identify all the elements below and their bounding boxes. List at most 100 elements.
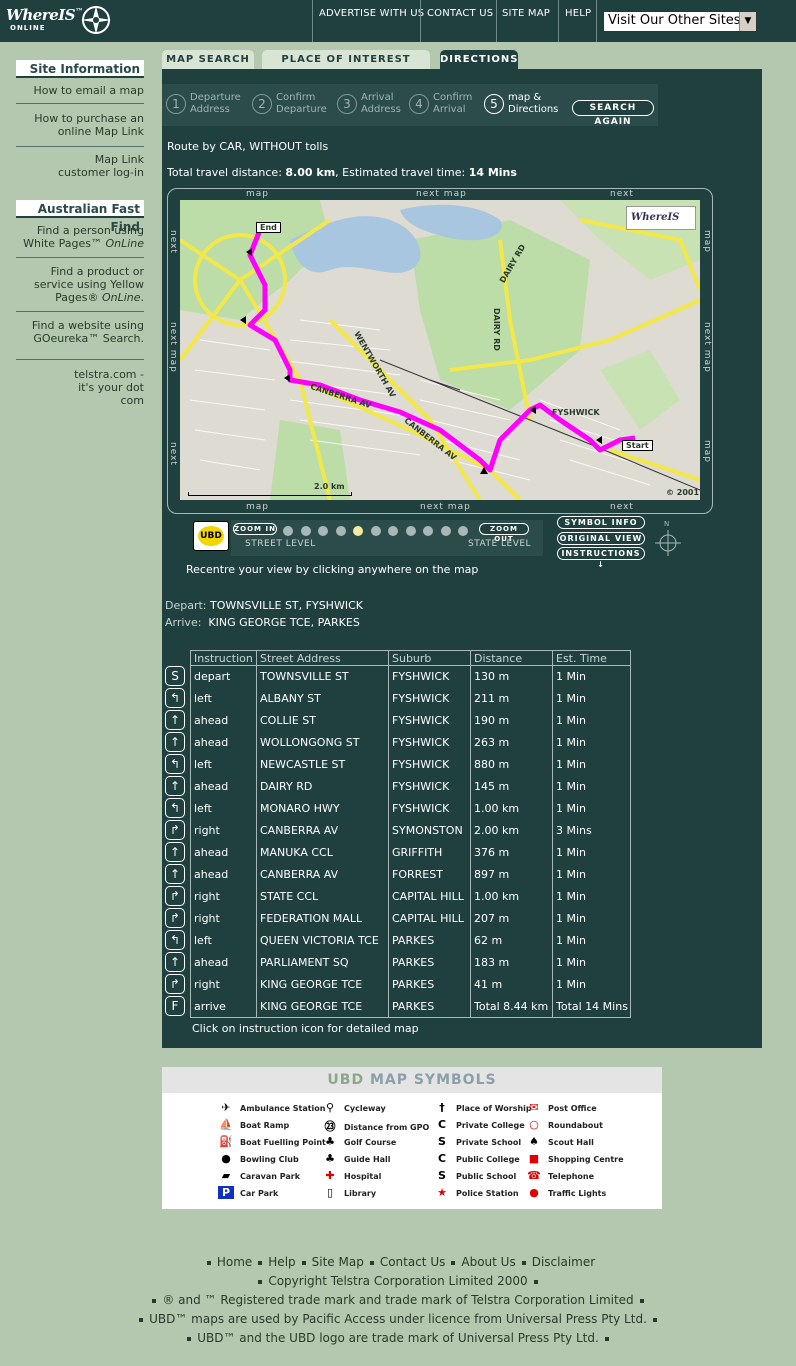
legend-symbol-icon: S [438, 1169, 446, 1182]
cell-street: STATE CCL [256, 885, 389, 908]
zoom-level-dot[interactable] [370, 526, 381, 536]
cell-time: 1 Min [552, 797, 631, 820]
cell-instr: ahead [190, 841, 257, 864]
map-nav-east-top[interactable]: map [702, 230, 712, 253]
footer-link-help[interactable]: Help [268, 1255, 295, 1269]
instruction-right-icon[interactable]: ↱ [165, 974, 185, 994]
zoom-level-dot[interactable] [440, 526, 451, 536]
logo-subtext: ONLINE [10, 24, 46, 32]
footer-link-about-us[interactable]: About Us [461, 1255, 515, 1269]
instruction-left-icon[interactable]: ↰ [165, 798, 185, 818]
cell-street: NEWCASTLE ST [256, 753, 389, 776]
cell-suburb: PARKES [388, 951, 471, 974]
cell-instr: ahead [190, 731, 257, 754]
footer-link-home[interactable]: Home [217, 1255, 252, 1269]
legend-symbol-icon: ■ [528, 1152, 540, 1165]
instruction-ahead-icon[interactable]: ↑ [165, 842, 185, 862]
original-view-button[interactable]: ORIGINAL VIEW [557, 532, 645, 545]
nav-site-map[interactable]: SITE MAP [502, 8, 550, 19]
zoom-in-button[interactable]: ZOOM IN [233, 523, 277, 535]
map-nav-west-top[interactable]: next [168, 230, 178, 254]
zoom-level-dot[interactable] [300, 526, 311, 536]
cell-time: 1 Min [552, 709, 631, 732]
sidebar-link-customer-login[interactable]: Map Link customer log-in [16, 153, 144, 179]
sidebar-link-email-map[interactable]: How to email a map [16, 84, 144, 97]
chevron-down-icon[interactable]: ▼ [739, 12, 756, 31]
instruction-right-icon[interactable]: ↱ [165, 886, 185, 906]
map-nav-east-bottom[interactable]: map [702, 440, 712, 463]
symbol-info-button[interactable]: SYMBOL INFO [557, 516, 645, 529]
footer-link-disclaimer[interactable]: Disclaimer [532, 1255, 595, 1269]
symbol-legend-item: ㉓ Distance from GPO [322, 1118, 430, 1134]
tab-map-search[interactable]: MAP SEARCH [162, 50, 254, 70]
map-nav-west[interactable]: next map [168, 322, 178, 373]
map-scale-label: 2.0 km [314, 482, 345, 491]
instruction-left-icon[interactable]: ↰ [165, 930, 185, 950]
symbol-legend-item: ✈ Ambulance Station [218, 1101, 325, 1114]
zoom-level-dot[interactable] [405, 526, 416, 536]
cell-instr: left [190, 687, 257, 710]
instruction-F-icon[interactable]: F [165, 996, 185, 1016]
sidebar-link-yellow-pages[interactable]: Find a product or service using Yellow P… [16, 265, 144, 304]
step-label: map & Directions [508, 92, 559, 115]
instruction-left-icon[interactable]: ↰ [165, 688, 185, 708]
col-suburb: Suburb [388, 650, 471, 666]
instruction-ahead-icon[interactable]: ↑ [165, 864, 185, 884]
zoom-level-dot[interactable] [335, 526, 346, 536]
symbol-legend-item: ● Bowling Club [218, 1152, 299, 1165]
instruction-ahead-icon[interactable]: ↑ [165, 710, 185, 730]
tab-place-of-interest-search[interactable]: PLACE OF INTEREST SEARCH [262, 50, 430, 85]
instruction-right-icon[interactable]: ↱ [165, 908, 185, 928]
nav-advertise[interactable]: ADVERTISE WITH US [319, 8, 424, 19]
other-sites-select[interactable]: Visit Our Other Sites ▼ [603, 11, 757, 32]
table-row: right CANBERRA AV SYMONSTON 2.00 km 3 Mins [190, 819, 631, 842]
table-row: right STATE CCL CAPITAL HILL 1.00 km 1 Min [190, 885, 631, 908]
nav-help[interactable]: HELP [565, 8, 591, 19]
zoom-level-dot[interactable] [458, 526, 468, 536]
cell-street: FEDERATION MALL [256, 907, 389, 930]
map-nav-south-east[interactable]: next [610, 502, 634, 512]
cell-suburb: CAPITAL HILL [388, 885, 471, 908]
zoom-level-dot[interactable] [388, 526, 398, 536]
zoom-out-button[interactable]: ZOOM OUT [479, 523, 529, 543]
cell-street: MANUKA CCL [256, 841, 389, 864]
instruction-ahead-icon[interactable]: ↑ [165, 732, 185, 752]
search-again-button[interactable]: SEARCH AGAIN [572, 100, 654, 127]
sidebar-link-telstra[interactable]: telstra.com - it's your dot com [16, 368, 144, 407]
cell-suburb: SYMONSTON [388, 819, 471, 842]
instruction-S-icon[interactable]: S [165, 666, 185, 686]
table-row: left QUEEN VICTORIA TCE PARKES 62 m1 Min [190, 929, 631, 952]
instruction-right-icon[interactable]: ↱ [165, 820, 185, 840]
footer-link-site-map[interactable]: Site Map [312, 1255, 364, 1269]
instruction-ahead-icon[interactable]: ↑ [165, 776, 185, 796]
nav-contact-us[interactable]: CONTACT US [427, 8, 493, 19]
map-canvas[interactable] [180, 200, 700, 500]
map-nav-north[interactable]: next map [416, 189, 467, 199]
map-nav-west-bottom[interactable]: next [168, 442, 178, 466]
site-information-heading: Site Information [16, 60, 144, 78]
map-nav-north-east[interactable]: next [610, 189, 634, 199]
zoom-level-dot[interactable] [318, 526, 328, 536]
zoom-level-dot[interactable] [283, 526, 293, 536]
zoom-level-dot[interactable] [423, 526, 433, 536]
map-nav-south-west[interactable]: map [246, 502, 269, 512]
footer-link-contact-us[interactable]: Contact Us [380, 1255, 446, 1269]
instructions-button[interactable]: INSTRUCTIONS ↓ [557, 547, 645, 569]
tab-directions[interactable]: DIRECTIONS [440, 50, 518, 70]
whereis-logo[interactable]: WhereIS™ ONLINE [6, 4, 112, 36]
sidebar-link-white-pages[interactable]: Find a person using White Pages™ OnLine [16, 224, 144, 250]
route-map[interactable]: End Start FYSHWICK DAIRY RD DAIRY RD WEN… [180, 200, 700, 500]
cell-instr: right [190, 885, 257, 908]
symbol-legend-item: ▯ Library [322, 1186, 376, 1199]
instruction-ahead-icon[interactable]: ↑ [165, 952, 185, 972]
cell-time: 1 Min [552, 731, 631, 754]
zoom-level-dot[interactable] [353, 526, 363, 536]
map-nav-south[interactable]: next map [420, 502, 471, 512]
cell-street: COLLIE ST [256, 709, 389, 732]
map-nav-north-west[interactable]: map [246, 189, 269, 199]
instruction-left-icon[interactable]: ↰ [165, 754, 185, 774]
cell-suburb: FYSHWICK [388, 797, 471, 820]
sidebar-link-purchase-map-link[interactable]: How to purchase an online Map Link [16, 112, 144, 138]
map-nav-east[interactable]: next map [702, 322, 712, 373]
sidebar-link-goeureka[interactable]: Find a website using GOeureka™ Search. [16, 319, 144, 345]
